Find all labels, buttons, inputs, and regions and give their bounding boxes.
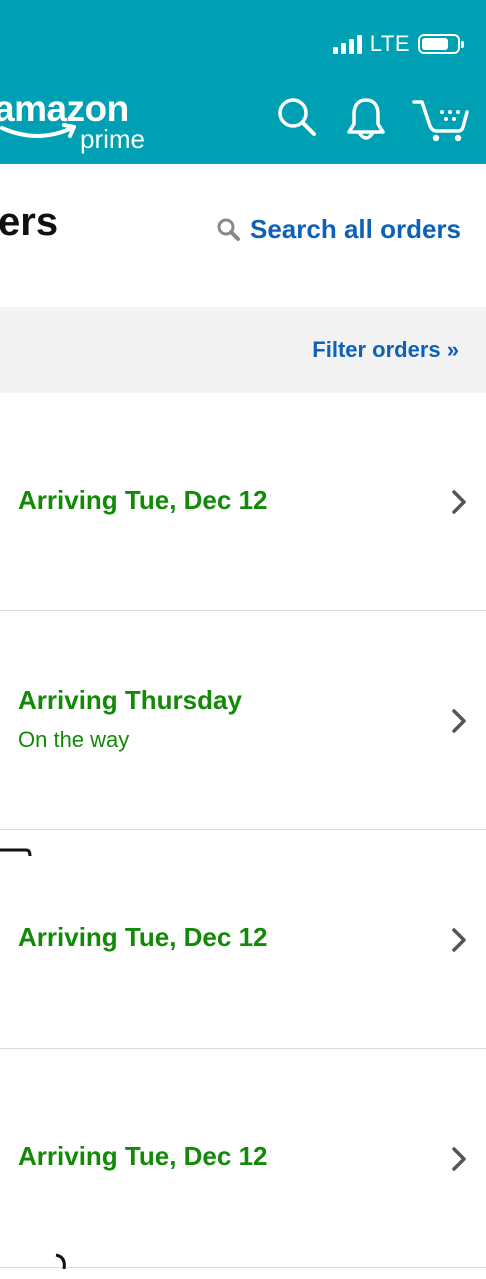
order-detail: On the way [18,727,130,752]
order-status: Arriving Tue, Dec 12 [18,922,268,952]
search-all-orders-link[interactable]: Search all orders [216,214,461,245]
cart-icon[interactable] [412,98,470,142]
order-status: Arriving Tue, Dec 12 [18,485,268,515]
search-all-orders-label: Search all orders [250,214,461,244]
chevron-right-icon [452,1147,466,1171]
app-header: LTE amazon prime [0,0,486,164]
search-icon [217,218,240,241]
product-thumbnail [0,848,32,857]
chevron-right-icon [452,709,466,733]
chevron-right-icon [452,928,466,952]
product-thumbnail [55,1253,66,1269]
smile-arrow-icon [0,123,76,138]
status-bar: LTE [332,30,464,58]
orders-title-row: ers Search all orders [0,200,486,264]
network-type: LTE [369,31,410,56]
filter-orders-link[interactable]: Filter orders » [312,337,459,363]
order-row[interactable]: Arriving Tue, Dec 12 [0,393,486,611]
signal-icon [332,34,362,54]
amazon-prime-logo[interactable]: amazon prime [0,88,170,158]
order-row[interactable]: Arriving Tue, Dec 12 [0,1049,486,1269]
logo-prime-text: prime [80,124,146,154]
search-icon[interactable] [276,96,318,138]
filter-bar: Filter orders » [0,307,486,393]
battery-icon [418,34,464,54]
bell-icon[interactable] [344,96,388,142]
order-row[interactable]: Arriving Tue, Dec 12 [0,830,486,1049]
page-title: ers [0,200,59,244]
order-status: Arriving Tue, Dec 12 [18,1141,268,1171]
order-row[interactable]: Arriving Thursday On the way [0,611,486,830]
chevron-right-icon [452,490,466,514]
order-status: Arriving Thursday [18,685,242,715]
